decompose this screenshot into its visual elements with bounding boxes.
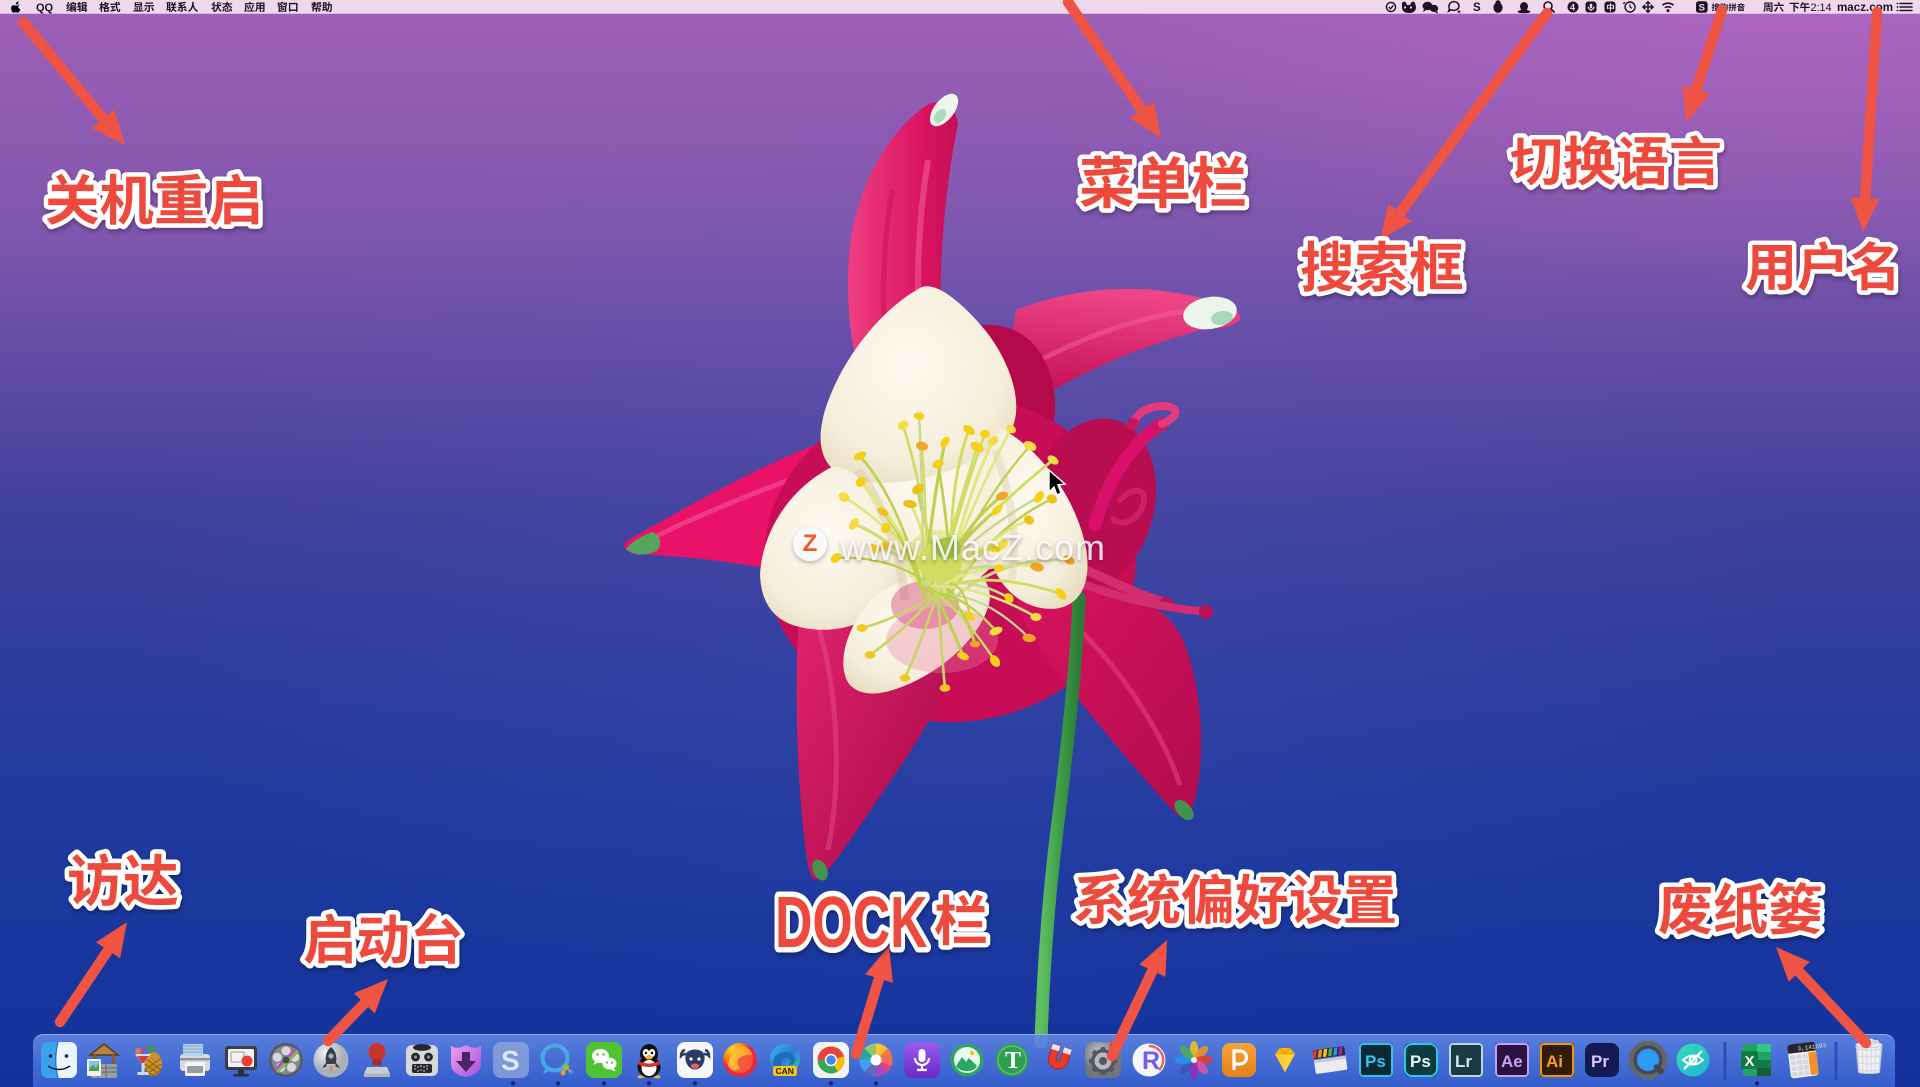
svg-text:DOCK: DOCK: [775, 883, 928, 963]
